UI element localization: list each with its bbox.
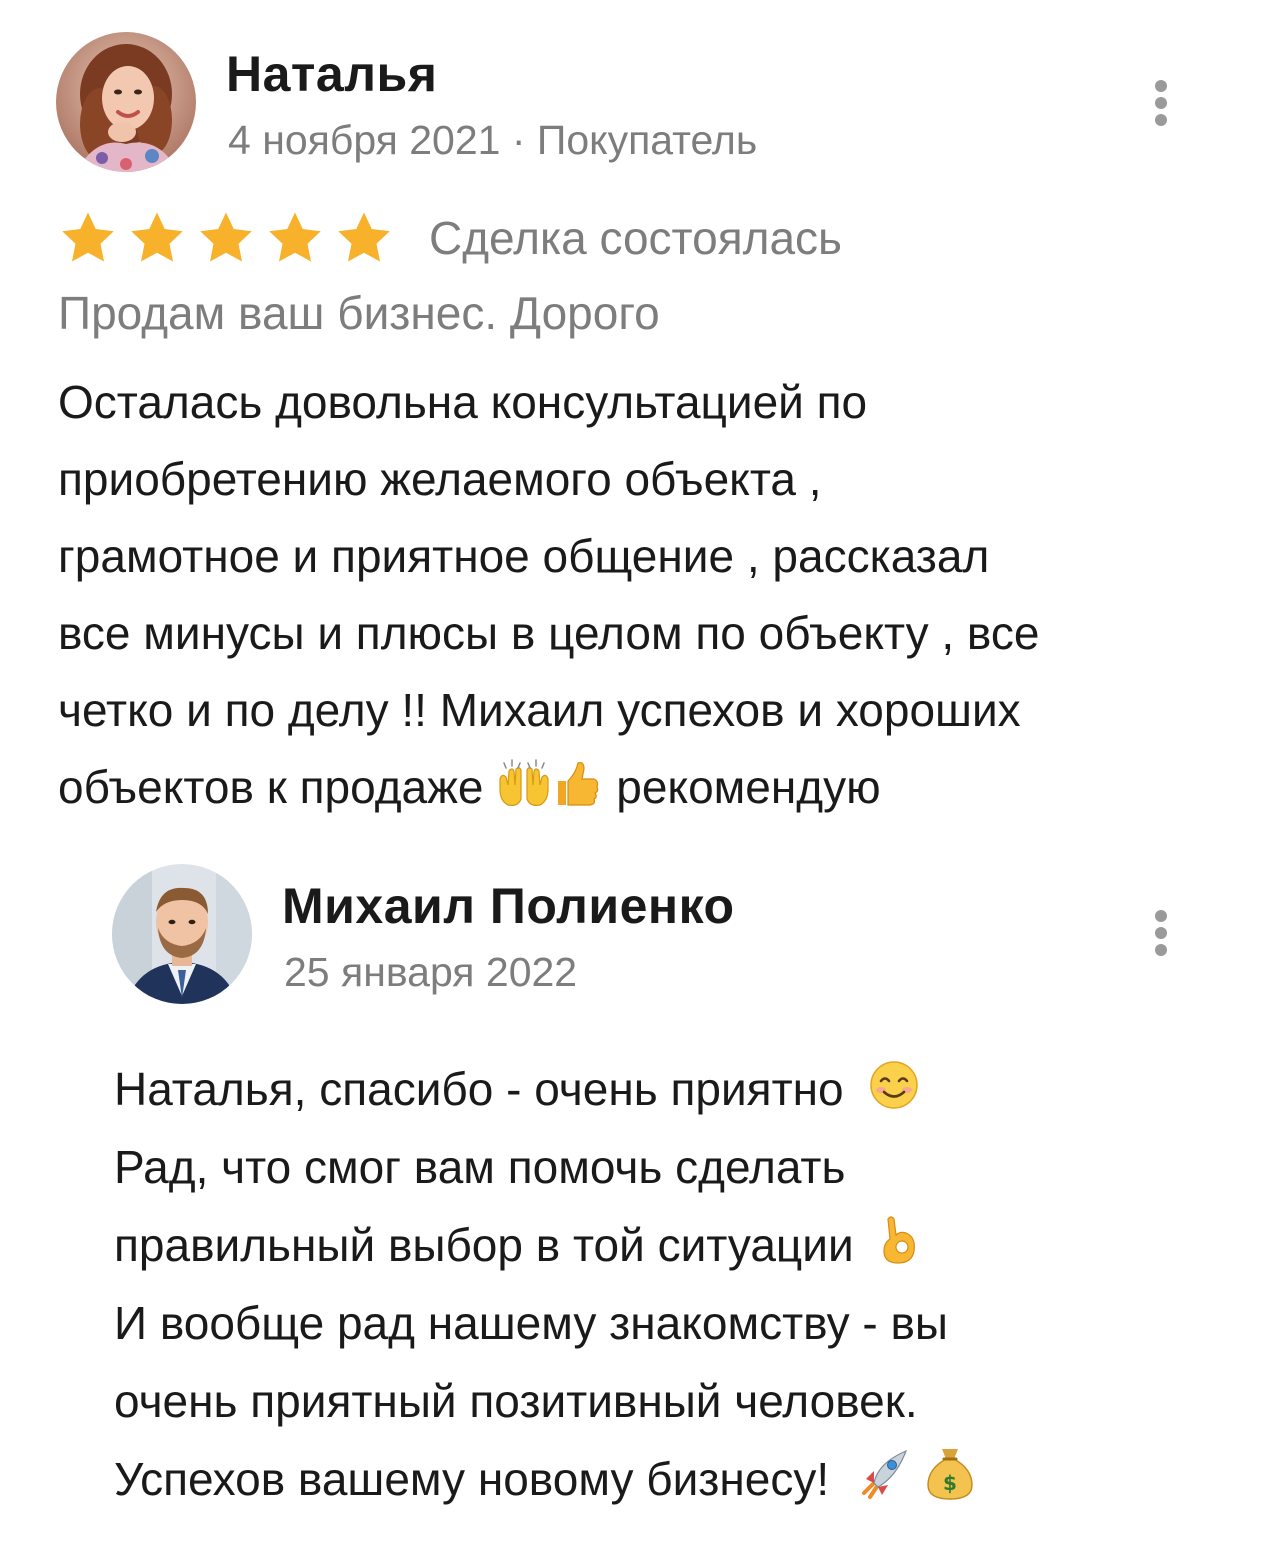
star-icon <box>338 212 390 262</box>
replier-avatar-image <box>112 864 252 1004</box>
reply-text-line: Успехов вашему новому бизнесу! $ <box>114 1440 1234 1518</box>
kebab-dot <box>1155 910 1167 922</box>
reply-text-segment: Наталья, спасибо - очень приятно <box>114 1063 844 1115</box>
star-icon <box>269 212 321 262</box>
kebab-dot <box>1155 114 1167 126</box>
reviewer-avatar[interactable] <box>56 32 196 172</box>
listing-title[interactable]: Продам ваш бизнес. Дорого <box>58 282 660 344</box>
review-text: Осталась довольна консультацией по приоб… <box>58 364 1238 826</box>
review-text-segment: рекомендую <box>616 761 881 813</box>
reply-text-line: Рад, что смог вам помочь сделать <box>114 1141 846 1193</box>
svg-text:$: $ <box>943 1471 957 1495</box>
thumbs-up-emoji-icon <box>558 762 599 806</box>
rocket-emoji-icon <box>861 1449 907 1499</box>
reply-text: Наталья, спасибо - очень приятно Рад, чт… <box>114 1050 1234 1518</box>
reply-text-line: Наталья, спасибо - очень приятно <box>114 1050 1234 1128</box>
kebab-dot <box>1155 80 1167 92</box>
money-bag-emoji-icon: $ <box>927 1449 973 1500</box>
review-text-last-line: объектов к продаже рекомендую <box>58 749 1238 826</box>
kebab-dot <box>1155 944 1167 956</box>
star-rating <box>58 208 403 268</box>
reply-text-line: правильный выбор в той ситуации <box>114 1206 1234 1284</box>
kebab-dot <box>1155 97 1167 109</box>
deal-status: Сделка состоялась <box>429 212 842 264</box>
review-meta: 4 ноября 2021 · Покупатель <box>228 117 758 163</box>
replier-name[interactable]: Михаил Полиенко <box>282 874 735 938</box>
reply-text-line: очень приятный позитивный человек. <box>114 1375 918 1427</box>
reply-more-options-icon[interactable] <box>1146 910 1176 956</box>
reviewer-name[interactable]: Наталья <box>226 42 437 106</box>
review-text-line: Осталась довольна консультацией по <box>58 376 868 428</box>
reviewer-avatar-image <box>56 32 196 172</box>
reply-text-line: И вообще рад нашему знакомству - вы <box>114 1297 948 1349</box>
replier-avatar[interactable] <box>112 864 252 1004</box>
star-icon <box>200 212 252 262</box>
review-more-options-icon[interactable] <box>1146 80 1176 126</box>
review-text-line: грамотное и приятное общение , рассказал <box>58 530 990 582</box>
review-text-line: приобретению желаемого объекта , <box>58 453 822 505</box>
review-text-line: все минусы и плюсы в целом по объекту , … <box>58 607 1040 659</box>
smiling-face-emoji-icon <box>870 1061 919 1109</box>
review-text-segment: объектов к продаже <box>58 761 484 813</box>
ok-hand-emoji-icon <box>883 1216 916 1264</box>
review-text-line: четко и по делу !! Михаил успехов и хоро… <box>58 684 1021 736</box>
raising-hands-emoji-icon <box>499 759 549 806</box>
reply-text-segment: Успехов вашему новому бизнесу! <box>114 1453 830 1505</box>
reply-date: 25 января 2022 <box>284 949 578 995</box>
rating-row: Сделка состоялась <box>58 206 842 270</box>
reply-text-segment: правильный выбор в той ситуации <box>114 1219 854 1271</box>
star-icon <box>62 212 114 262</box>
star-icon <box>131 212 183 262</box>
kebab-dot <box>1155 927 1167 939</box>
